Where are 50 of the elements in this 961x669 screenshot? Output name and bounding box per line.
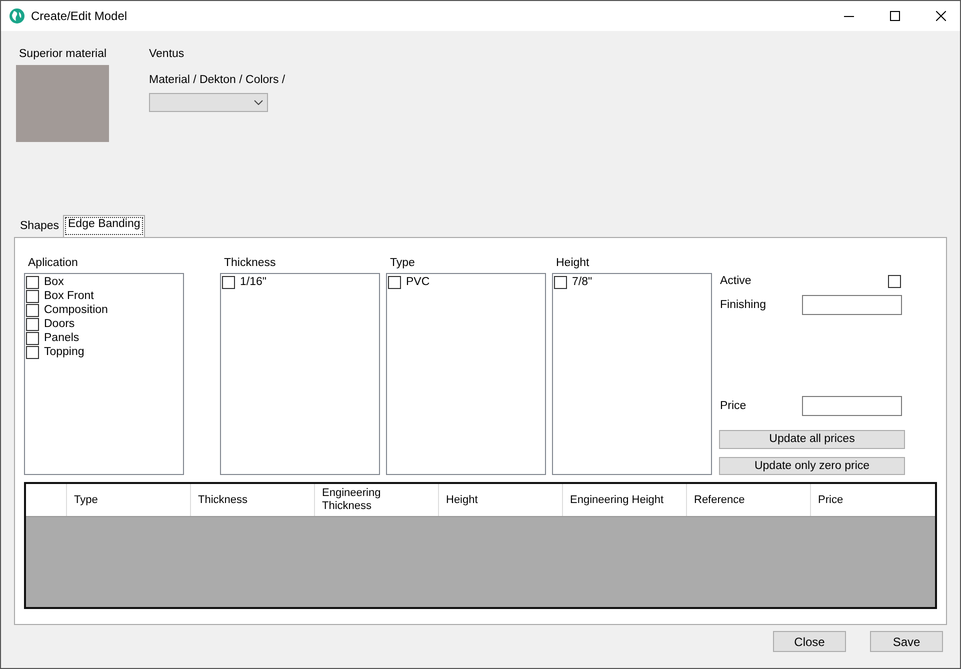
material-path: Material / Dekton / Colors / [149, 74, 286, 86]
checkbox-label[interactable]: Doors [44, 318, 75, 330]
dialog-button[interactable]: Save [870, 631, 943, 652]
tab[interactable]: Shapes [16, 218, 64, 237]
column-header[interactable]: Price [811, 484, 935, 516]
checkbox[interactable] [222, 276, 235, 289]
finishing-label: Finishing [720, 299, 766, 312]
list-title: Aplication [28, 257, 79, 271]
column-header[interactable]: Engineering Height [563, 484, 687, 516]
column-header[interactable]: Height [439, 484, 563, 516]
checkbox[interactable] [26, 332, 39, 345]
finishing-field[interactable] [802, 295, 902, 316]
column-header[interactable]: Type [67, 484, 191, 516]
checkbox-label[interactable]: Box [44, 276, 64, 288]
checkbox[interactable] [26, 276, 39, 289]
column-header[interactable]: Reference [687, 484, 811, 516]
update-button[interactable]: Update all prices [719, 430, 905, 449]
chevron-down-icon [254, 100, 263, 105]
globe-icon [9, 8, 25, 24]
checkbox[interactable] [26, 346, 39, 359]
checkbox-label[interactable]: 7/8" [572, 276, 592, 288]
close-icon[interactable] [936, 11, 946, 21]
price-label: Price [720, 400, 746, 412]
active-checkbox[interactable] [888, 275, 901, 288]
tab[interactable]: Edge Banding [63, 215, 146, 237]
material-name: Ventus [149, 48, 186, 60]
list-title: Thickness [224, 257, 277, 271]
material-label: Superior material [19, 48, 108, 60]
checkbox[interactable] [388, 276, 401, 289]
checkbox[interactable] [26, 318, 39, 331]
update-button[interactable]: Update only zero price [719, 456, 905, 475]
checkbox-label[interactable]: PVC [406, 276, 430, 288]
column-header[interactable]: Thickness [191, 484, 315, 516]
checkbox[interactable] [554, 276, 567, 289]
checkbox-label[interactable]: Topping [44, 346, 84, 358]
active-label: Active [720, 275, 752, 289]
dialog-button[interactable]: Close [773, 631, 846, 652]
list-title: Type [390, 257, 416, 271]
list-title: Height [556, 257, 590, 271]
checkbox-label[interactable]: Box Front [44, 290, 94, 302]
maximize-icon[interactable] [890, 11, 900, 21]
color-dropdown[interactable] [149, 93, 268, 112]
column-header[interactable]: Engineering Thickness [315, 484, 439, 516]
checkbox-label[interactable]: Panels [44, 332, 80, 344]
checkbox[interactable] [26, 304, 39, 317]
checkbox[interactable] [26, 290, 39, 303]
price-field[interactable] [802, 396, 902, 416]
checkbox-label[interactable]: 1/16" [240, 276, 266, 288]
window-title: Create/Edit Model [31, 9, 128, 23]
checkbox-label[interactable]: Composition [44, 304, 108, 316]
